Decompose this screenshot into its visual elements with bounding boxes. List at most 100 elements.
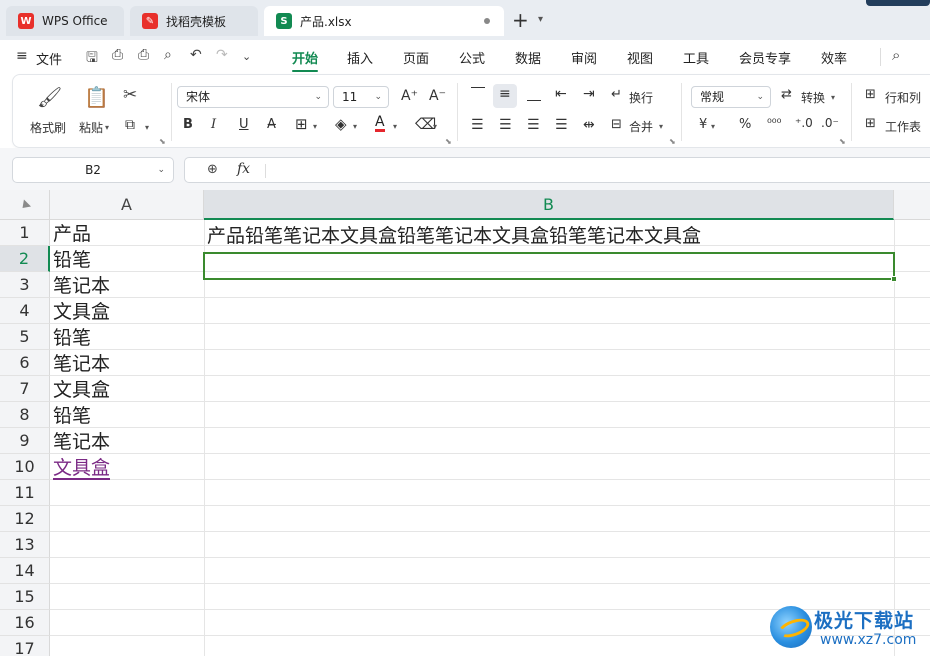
tab-tools[interactable]: 工具 [683, 48, 709, 67]
chevron-down-icon[interactable]: ▾ [538, 14, 543, 25]
tab-formula[interactable]: 公式 [459, 48, 485, 67]
selected-cell-b2[interactable] [203, 252, 897, 282]
output-icon[interactable]: ⎙ [112, 47, 123, 63]
cell-a1[interactable]: 产品 [53, 221, 91, 247]
tab-page[interactable]: 页面 [403, 48, 429, 67]
column-header-a[interactable]: A [50, 190, 204, 220]
tab-review[interactable]: 审阅 [571, 48, 597, 67]
underline-button[interactable]: U [239, 117, 249, 132]
row-header-13[interactable]: 13 [0, 532, 50, 558]
increase-font-icon[interactable]: A⁺ [401, 88, 418, 104]
chevron-down-icon[interactable]: ▾ [659, 122, 663, 131]
save-icon[interactable]: 🖫 [86, 47, 98, 71]
formula-input[interactable]: ⊕ fx [184, 157, 930, 183]
cell-a9[interactable]: 笔记本 [53, 429, 110, 455]
increase-decimal-icon[interactable]: ⁺.0 [795, 116, 813, 130]
tab-insert[interactable]: 插入 [347, 48, 373, 67]
chevron-down-icon[interactable]: ▾ [393, 122, 397, 131]
strikethrough-icon[interactable]: A̶ [267, 117, 276, 132]
cell-a8[interactable]: 铅笔 [53, 403, 91, 429]
format-painter-button[interactable]: 格式刷 [30, 119, 66, 136]
cut-icon[interactable]: ✂ [123, 85, 137, 105]
percent-button[interactable]: % [739, 117, 751, 132]
convert-button[interactable]: 转换 [801, 89, 825, 106]
fill-color-icon[interactable]: ◈ [335, 115, 347, 133]
tab-data[interactable]: 数据 [515, 48, 541, 67]
column-header-c[interactable] [894, 190, 930, 220]
chevron-down-icon[interactable]: ▾ [105, 123, 109, 132]
quick-access-dropdown-icon[interactable]: ⌄ [242, 50, 251, 63]
name-box[interactable]: B2 ⌄ [12, 157, 174, 183]
tab-view[interactable]: 视图 [627, 48, 653, 67]
chevron-down-icon[interactable]: ▾ [831, 93, 835, 102]
spreadsheet-grid[interactable]: A B 1 2 3 4 5 6 7 8 9 10 11 12 13 14 15 16 17 产品 铅笔 笔记本 文具盒… [0, 190, 930, 656]
align-center-icon[interactable]: ☰ [499, 117, 512, 133]
chevron-down-icon[interactable]: ▾ [711, 122, 715, 131]
column-header-b[interactable]: B [204, 190, 894, 220]
wrap-text-button[interactable]: 换行 [629, 89, 653, 106]
cell-a5[interactable]: 铅笔 [53, 325, 91, 351]
tab-wps-office[interactable]: W WPS Office [6, 6, 124, 36]
tab-member[interactable]: 会员专享 [739, 48, 791, 67]
tab-spreadsheet[interactable]: S 产品.xlsx [264, 6, 504, 36]
cell-a4[interactable]: 文具盒 [53, 299, 110, 325]
chevron-down-icon[interactable]: ▾ [145, 123, 149, 132]
row-header-7[interactable]: 7 [0, 376, 50, 402]
rows-columns-button[interactable]: 行和列 [885, 89, 921, 106]
row-header-16[interactable]: 16 [0, 610, 50, 636]
dialog-launcher-icon[interactable]: ⬊ [839, 137, 846, 146]
align-bottom-icon[interactable]: ⎽ [527, 86, 541, 102]
hamburger-icon[interactable]: ≡ [16, 48, 28, 64]
new-tab-icon[interactable]: + [512, 10, 529, 30]
paste-button[interactable]: 粘贴 [79, 119, 103, 136]
row-header-14[interactable]: 14 [0, 558, 50, 584]
cell-a3[interactable]: 笔记本 [53, 273, 110, 299]
distributed-icon[interactable]: ⇹ [583, 117, 595, 133]
print-preview-icon[interactable]: ⌕ [164, 47, 172, 63]
chevron-down-icon[interactable]: ▾ [313, 122, 317, 131]
bold-button[interactable]: B [183, 117, 193, 132]
dialog-launcher-icon[interactable]: ⬊ [445, 137, 452, 146]
dialog-launcher-icon[interactable]: ⬊ [159, 137, 166, 146]
select-all-corner[interactable] [0, 190, 50, 220]
print-icon[interactable]: ⎙ [138, 47, 149, 63]
cell-a10[interactable]: 文具盒 [53, 455, 111, 481]
menu-file[interactable]: 文件 [36, 49, 62, 68]
decrease-indent-icon[interactable]: ⇤ [555, 86, 567, 102]
cell-a2[interactable]: 铅笔 [53, 247, 91, 273]
cell-b1[interactable]: 产品铅笔笔记本文具盒铅笔笔记本文具盒铅笔笔记本文具盒 [207, 223, 701, 249]
italic-button[interactable]: I [211, 117, 216, 132]
tab-close-icon[interactable] [484, 18, 490, 24]
tab-docer[interactable]: ✎ 找稻壳模板 [130, 6, 258, 36]
row-header-3[interactable]: 3 [0, 272, 50, 298]
row-header-15[interactable]: 15 [0, 584, 50, 610]
row-header-6[interactable]: 6 [0, 350, 50, 376]
row-header-10[interactable]: 10 [0, 454, 50, 480]
tab-efficiency[interactable]: 效率 [821, 48, 847, 67]
row-header-17[interactable]: 17 [0, 636, 50, 656]
align-middle-icon[interactable]: ≡ [499, 86, 511, 102]
tab-home[interactable]: 开始 [292, 48, 318, 67]
decrease-font-icon[interactable]: A⁻ [429, 88, 446, 104]
redo-icon[interactable]: ↷ [216, 47, 228, 63]
chevron-down-icon[interactable]: ▾ [433, 122, 437, 131]
fx-icon[interactable]: fx [237, 161, 250, 177]
number-format-select[interactable]: 常规 ⌄ [691, 86, 771, 108]
copy-icon[interactable]: ⧉ [125, 117, 135, 133]
dialog-launcher-icon[interactable]: ⬊ [669, 137, 676, 146]
row-header-5[interactable]: 5 [0, 324, 50, 350]
align-left-icon[interactable]: ☰ [471, 117, 484, 133]
fill-handle[interactable] [891, 276, 897, 282]
merge-button[interactable]: 合并 [629, 118, 653, 135]
increase-indent-icon[interactable]: ⇥ [583, 86, 595, 102]
align-right-icon[interactable]: ☰ [527, 117, 540, 133]
row-header-4[interactable]: 4 [0, 298, 50, 324]
cell-a7[interactable]: 文具盒 [53, 377, 110, 403]
undo-icon[interactable]: ↶ [190, 47, 202, 63]
row-header-12[interactable]: 12 [0, 506, 50, 532]
border-icon[interactable]: ⊞ [295, 115, 308, 133]
thousands-icon[interactable]: ⁰⁰⁰ [767, 116, 781, 130]
cell-a6[interactable]: 笔记本 [53, 351, 110, 377]
chevron-down-icon[interactable]: ⌄ [157, 158, 165, 182]
justify-icon[interactable]: ☰ [555, 117, 568, 133]
